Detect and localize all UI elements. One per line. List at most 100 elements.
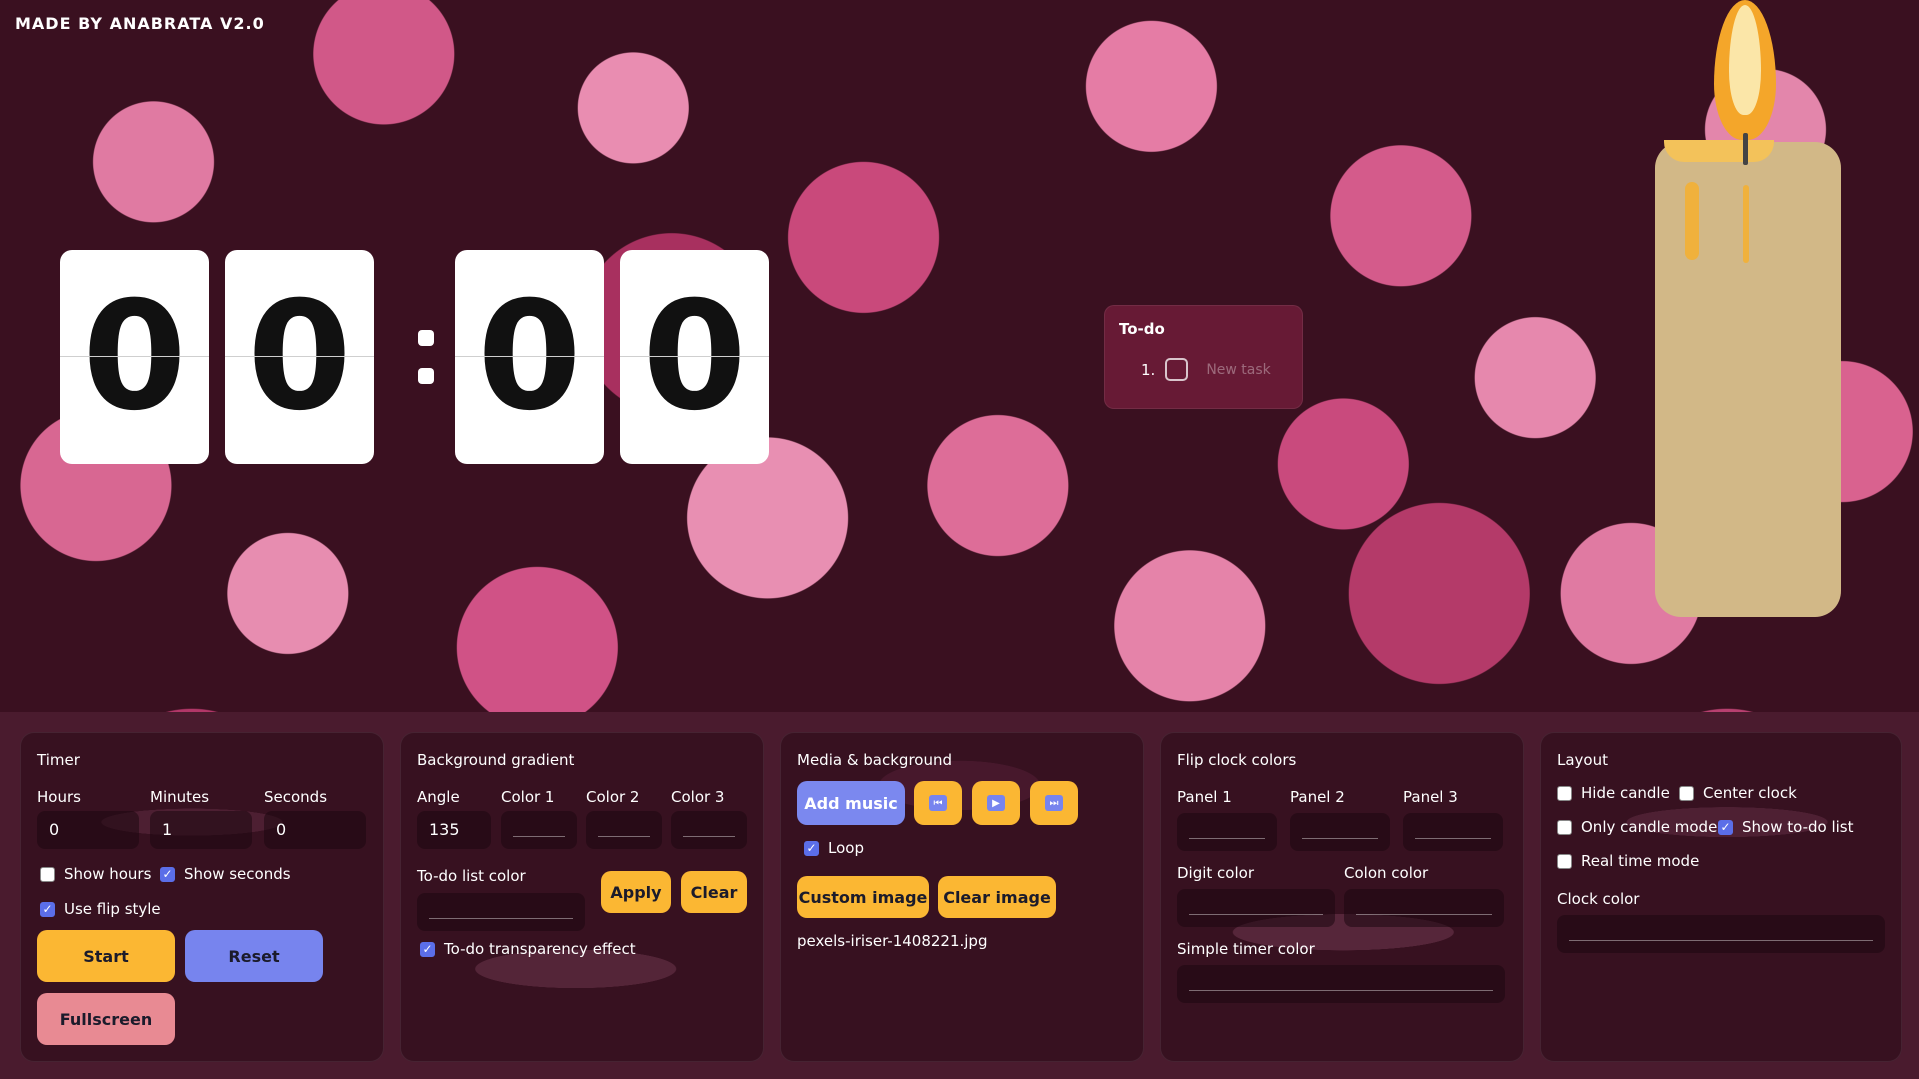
checkbox-box[interactable] xyxy=(40,866,55,882)
apply-button[interactable]: Apply xyxy=(601,871,671,913)
checkbox-box[interactable]: ✓ xyxy=(420,941,435,957)
hide-candle-checkbox[interactable]: Hide candle xyxy=(1557,784,1670,802)
timer-panel: Timer Hours Minutes Seconds 0 1 0 Show h… xyxy=(20,732,384,1062)
flip-colors-title: Flip clock colors xyxy=(1177,751,1297,769)
only-candle-mode-checkbox[interactable]: Only candle mode xyxy=(1557,818,1717,836)
checkbox-box[interactable] xyxy=(1679,785,1694,801)
play-icon: ▶ xyxy=(987,795,1005,811)
colon-color-picker[interactable] xyxy=(1344,889,1504,927)
reset-button[interactable]: Reset xyxy=(185,930,323,982)
color-swatch xyxy=(1302,838,1378,839)
colon-dot xyxy=(418,330,434,346)
checkbox-box[interactable] xyxy=(1557,819,1572,835)
flip-panel-minutes-ones: 0 xyxy=(620,250,769,464)
custom-image-button[interactable]: Custom image xyxy=(797,876,929,918)
checkbox-box[interactable]: ✓ xyxy=(40,901,55,917)
todo-item: 1. New task xyxy=(1141,358,1271,381)
checkbox-box[interactable]: ✓ xyxy=(1718,819,1733,835)
panel2-color-picker[interactable] xyxy=(1290,813,1390,851)
simple-timer-color-picker[interactable] xyxy=(1177,965,1505,1003)
todo-title: To-do xyxy=(1119,320,1165,338)
panel3-color-picker[interactable] xyxy=(1403,813,1503,851)
todo-transparency-checkbox[interactable]: ✓ To-do transparency effect xyxy=(420,940,636,958)
use-flip-style-label: Use flip style xyxy=(64,900,161,918)
clock-digit: 0 xyxy=(477,270,582,444)
color1-picker[interactable] xyxy=(501,811,577,849)
minutes-label: Minutes xyxy=(150,788,210,806)
color-swatch xyxy=(1189,838,1265,839)
loop-label: Loop xyxy=(828,839,864,857)
color2-picker[interactable] xyxy=(586,811,662,849)
color-swatch xyxy=(1356,914,1492,915)
hours-input[interactable]: 0 xyxy=(37,811,139,849)
clock-digit: 0 xyxy=(642,270,747,444)
angle-label: Angle xyxy=(417,788,460,806)
color1-label: Color 1 xyxy=(501,788,555,806)
flip-divider xyxy=(620,356,769,357)
flip-divider xyxy=(455,356,604,357)
minutes-input[interactable]: 1 xyxy=(150,811,252,849)
checkbox-box[interactable] xyxy=(1557,853,1572,869)
checkbox-box[interactable] xyxy=(1557,785,1572,801)
todo-checkbox[interactable] xyxy=(1165,358,1189,381)
clock-color-picker[interactable] xyxy=(1557,915,1885,953)
flip-panel-hours-ones: 0 xyxy=(225,250,374,464)
clear-button[interactable]: Clear xyxy=(681,871,747,913)
angle-input[interactable]: 135 xyxy=(417,811,491,849)
color-swatch xyxy=(1569,940,1873,941)
color-swatch xyxy=(1189,990,1493,991)
background-gradient-panel: Background gradient Angle Color 1 Color … xyxy=(400,732,764,1062)
todo-transparency-label: To-do transparency effect xyxy=(444,940,636,958)
flip-panel-hours-tens: 0 xyxy=(60,250,209,464)
show-seconds-checkbox[interactable]: ✓ Show seconds xyxy=(160,865,291,883)
timer-title: Timer xyxy=(37,751,80,769)
flip-divider xyxy=(225,356,374,357)
skip-forward-icon: ⏭ xyxy=(1045,795,1063,811)
center-clock-checkbox[interactable]: Center clock xyxy=(1679,784,1797,802)
candle-drip xyxy=(1685,182,1699,260)
panel1-label: Panel 1 xyxy=(1177,788,1232,806)
use-flip-style-checkbox[interactable]: ✓ Use flip style xyxy=(40,900,161,918)
flip-clock: 0 0 0 0 xyxy=(60,250,770,464)
digit-color-label: Digit color xyxy=(1177,864,1254,882)
real-time-mode-checkbox[interactable]: Real time mode xyxy=(1557,852,1699,870)
flip-divider xyxy=(60,356,209,357)
show-todo-list-checkbox[interactable]: ✓ Show to-do list xyxy=(1718,818,1854,836)
simple-timer-color-label: Simple timer color xyxy=(1177,940,1315,958)
seconds-input[interactable]: 0 xyxy=(264,811,366,849)
color-swatch xyxy=(429,918,573,919)
todo-new-task-input[interactable]: New task xyxy=(1206,362,1270,378)
panel2-label: Panel 2 xyxy=(1290,788,1345,806)
layout-title: Layout xyxy=(1557,751,1608,769)
candle-drip xyxy=(1743,185,1749,263)
start-button[interactable]: Start xyxy=(37,930,175,982)
todo-color-picker[interactable] xyxy=(417,893,585,931)
color3-picker[interactable] xyxy=(671,811,747,849)
checkbox-box[interactable]: ✓ xyxy=(160,866,175,882)
digit-color-picker[interactable] xyxy=(1177,889,1335,927)
fullscreen-button[interactable]: Fullscreen xyxy=(37,993,175,1045)
next-track-button[interactable]: ⏭ xyxy=(1030,781,1078,825)
previous-track-button[interactable]: ⏮ xyxy=(914,781,962,825)
show-hours-checkbox[interactable]: Show hours xyxy=(40,865,151,883)
color3-label: Color 3 xyxy=(671,788,725,806)
seconds-label: Seconds xyxy=(264,788,328,806)
add-music-button[interactable]: Add music xyxy=(797,781,905,825)
color-swatch xyxy=(683,836,735,837)
show-seconds-label: Show seconds xyxy=(184,865,291,883)
color-swatch xyxy=(1415,838,1491,839)
clear-image-button[interactable]: Clear image xyxy=(938,876,1056,918)
play-button[interactable]: ▶ xyxy=(972,781,1020,825)
clock-color-label: Clock color xyxy=(1557,890,1640,908)
checkbox-box[interactable]: ✓ xyxy=(804,840,819,856)
hours-label: Hours xyxy=(37,788,81,806)
loop-checkbox[interactable]: ✓ Loop xyxy=(804,839,864,857)
flip-colors-panel: Flip clock colors Panel 1 Panel 2 Panel … xyxy=(1160,732,1524,1062)
todo-color-label: To-do list color xyxy=(417,867,526,885)
candle-wax-top xyxy=(1664,140,1774,162)
clock-digit: 0 xyxy=(247,270,352,444)
panel1-color-picker[interactable] xyxy=(1177,813,1277,851)
only-candle-mode-label: Only candle mode xyxy=(1581,818,1718,836)
clock-colon xyxy=(406,250,446,464)
panel3-label: Panel 3 xyxy=(1403,788,1458,806)
